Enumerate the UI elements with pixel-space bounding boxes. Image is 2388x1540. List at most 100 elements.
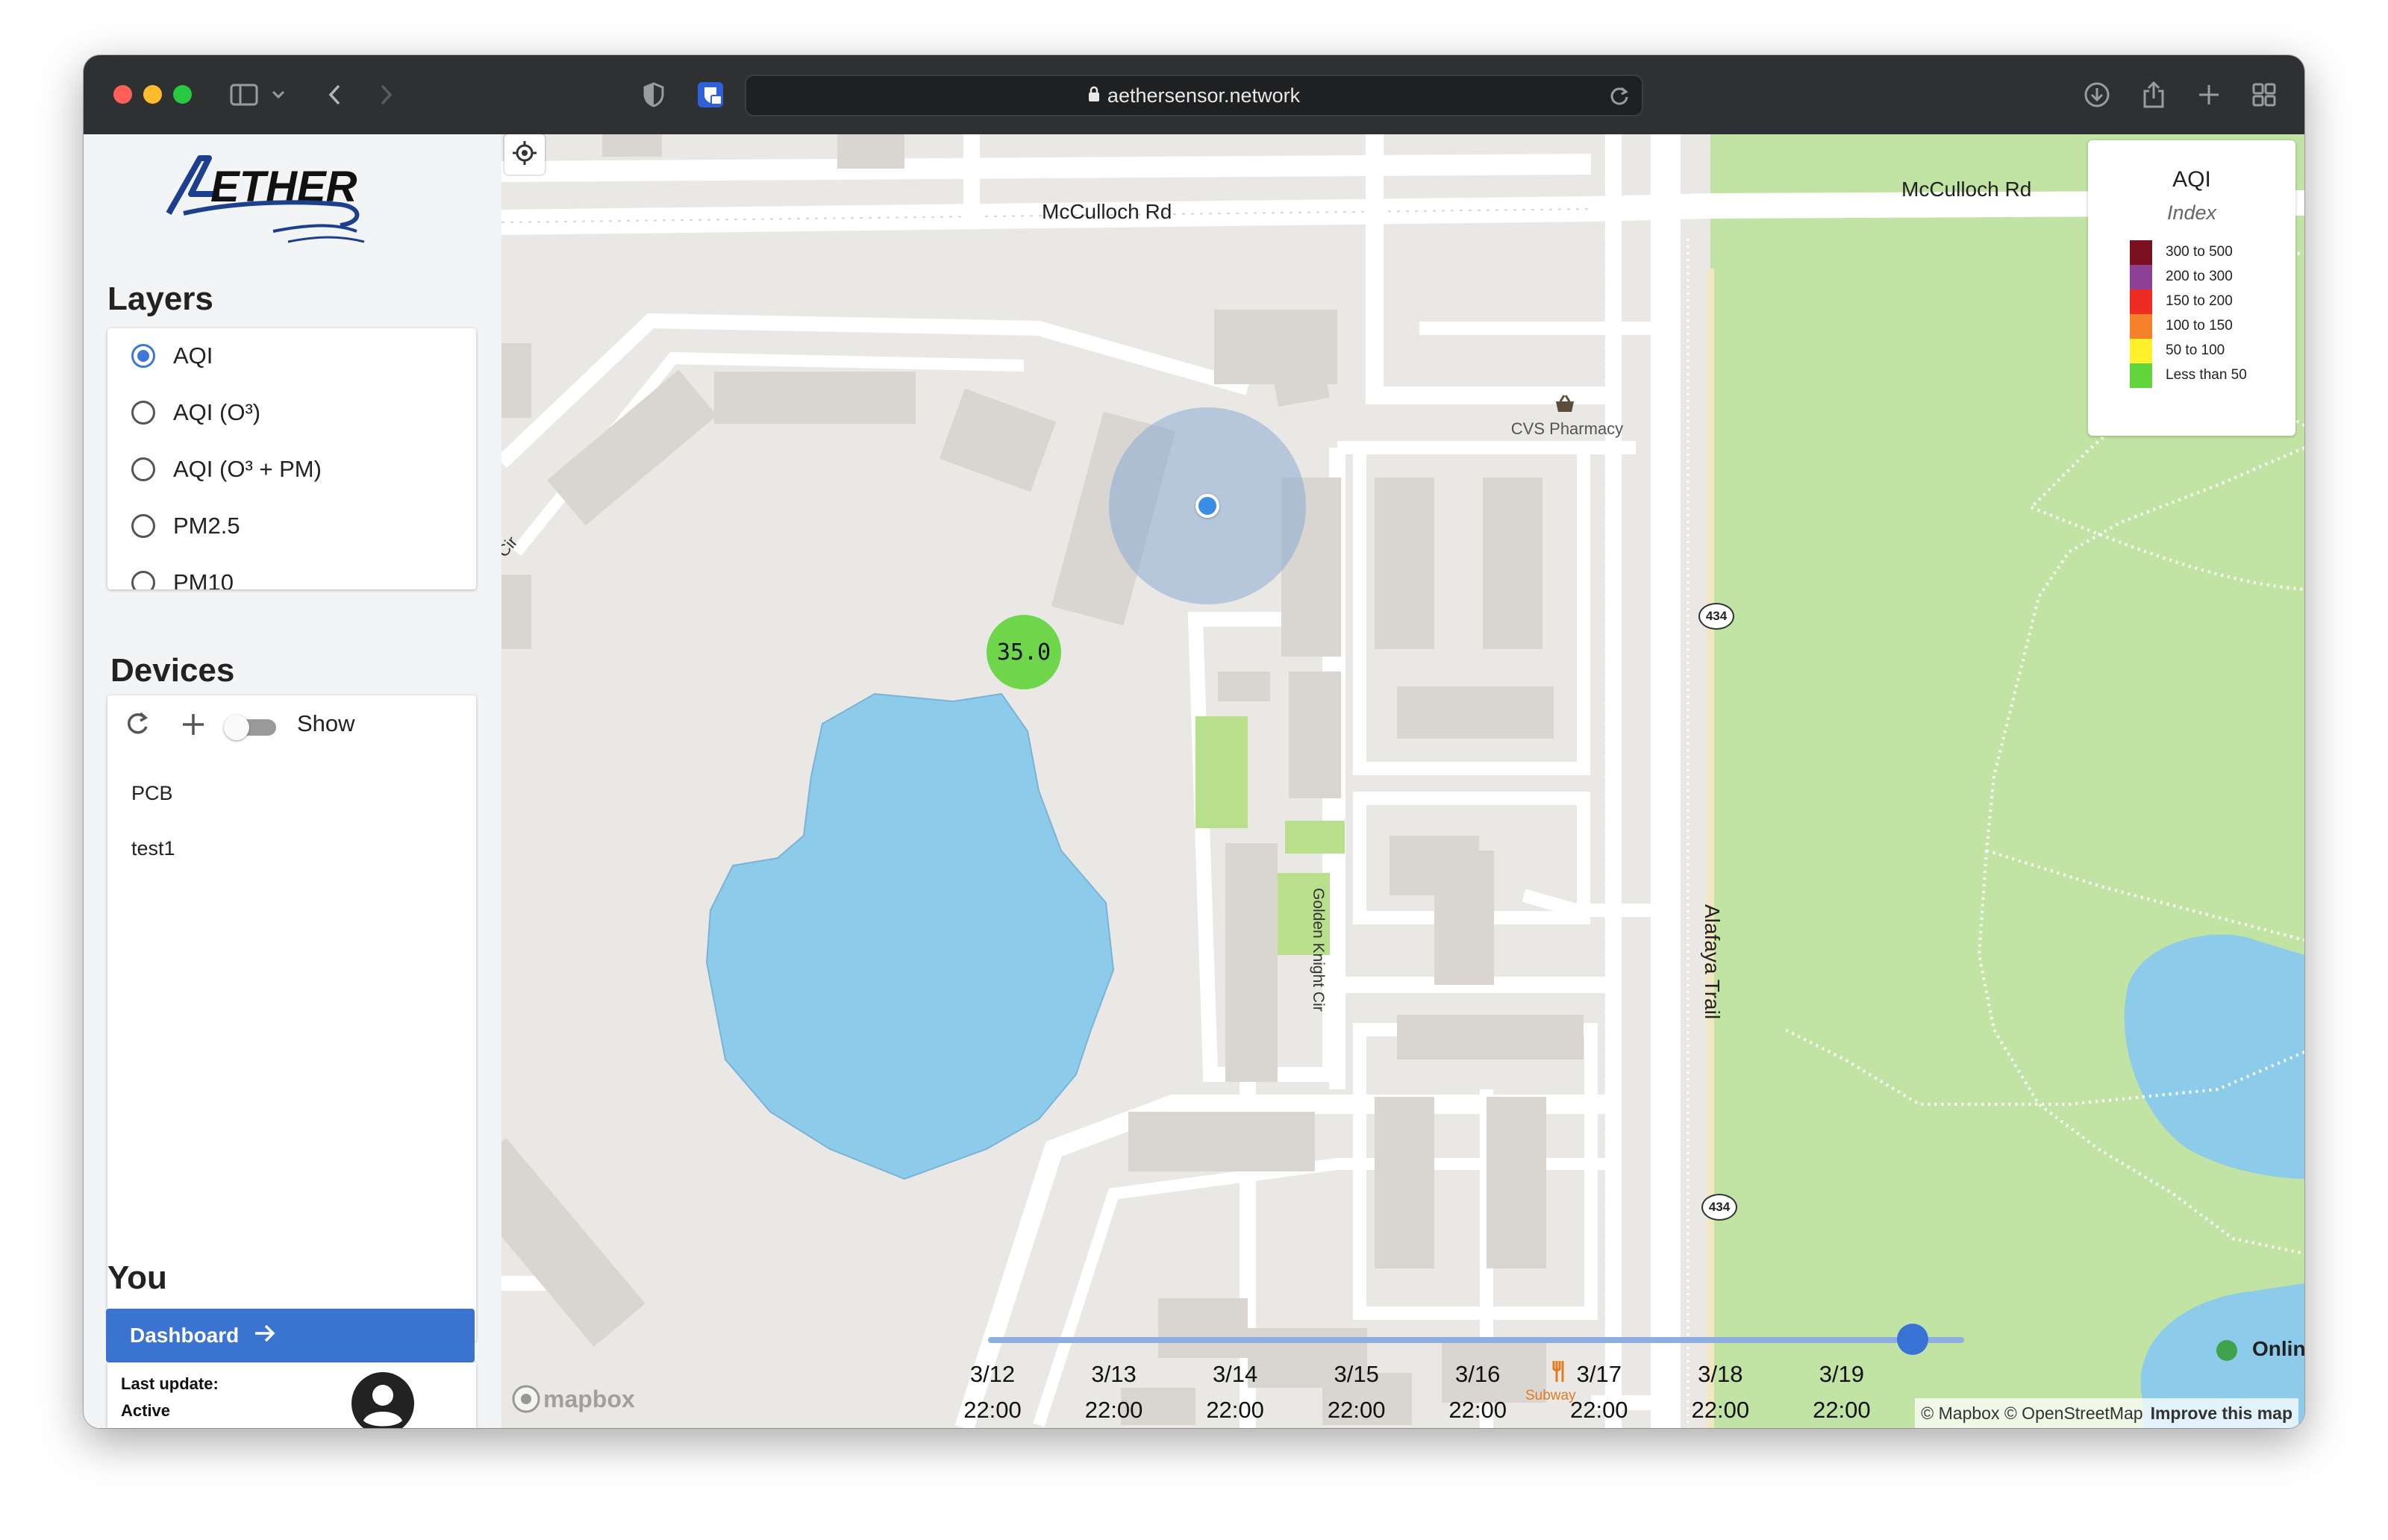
legend-item: 50 to 100 — [2130, 338, 2225, 363]
legend-item: Less than 50 — [2130, 363, 2247, 388]
radio-button[interactable] — [131, 571, 155, 589]
tick-time: 22:00 — [1569, 1397, 1628, 1423]
mapbox-logo[interactable]: mapbox — [512, 1385, 635, 1413]
tick-time: 22:00 — [1206, 1397, 1264, 1423]
layer-option-pm25[interactable]: PM2.5 — [131, 507, 240, 545]
timeline-tick-label: 3/14 22:00 — [1183, 1356, 1287, 1428]
tick-date: 3/18 — [1698, 1361, 1743, 1387]
radio-button-selected[interactable] — [131, 344, 155, 368]
legend-item: 200 to 300 — [2130, 264, 2233, 289]
arrow-right-icon — [254, 1324, 276, 1348]
radio-button[interactable] — [131, 457, 155, 481]
layer-option-aqi-o3-pm[interactable]: AQI (O³ + PM) — [131, 451, 322, 488]
dashboard-label: Dashboard — [130, 1324, 240, 1347]
user-panel: Last update: Active — [107, 1362, 476, 1428]
street-label-mcculloch-right: McCulloch Rd — [1901, 178, 2032, 201]
timeline-tick-label: 3/15 22:00 — [1304, 1356, 1409, 1428]
refresh-icon[interactable] — [122, 709, 152, 742]
device-item-test1[interactable]: test1 — [131, 837, 175, 860]
password-extension-icon[interactable] — [694, 76, 727, 113]
tab-overview-icon[interactable] — [2248, 76, 2281, 113]
map-view[interactable]: McCulloch Rd McCulloch Rd Golden Knight … — [501, 134, 2304, 1428]
online-status-label: Online — [2252, 1337, 2304, 1360]
tick-date: 3/19 — [1819, 1361, 1865, 1387]
tick-time: 22:00 — [1084, 1397, 1143, 1423]
layer-option-aqi-o3[interactable]: AQI (O³) — [131, 394, 260, 431]
layer-label: AQI (O³ + PM) — [173, 456, 322, 482]
sensor-marker[interactable]: 35.0 — [987, 615, 1061, 689]
layer-option-pm10[interactable]: PM10 — [131, 564, 234, 589]
route-shield-434-lower: 434 — [1701, 1194, 1737, 1221]
close-window-button[interactable] — [113, 85, 132, 104]
mapbox-logo-text: mapbox — [543, 1385, 635, 1412]
legend-swatch — [2130, 264, 2152, 289]
slider-thumb[interactable] — [1896, 1324, 1928, 1355]
tick-date: 3/13 — [1091, 1361, 1137, 1387]
device-item-pcb[interactable]: PCB — [131, 782, 173, 805]
poi-cvs-pharmacy[interactable]: CVS Pharmacy — [1500, 419, 1634, 439]
user-location-dot — [1195, 494, 1219, 518]
sidebar-toggle-icon[interactable] — [225, 76, 263, 113]
tick-date: 3/14 — [1212, 1361, 1258, 1387]
user-avatar-icon[interactable] — [351, 1371, 415, 1428]
add-device-icon[interactable] — [181, 712, 206, 741]
browser-window: aethersensor.network ETHER Layers AQI AQ… — [84, 55, 2304, 1428]
timeline-tick-label: 3/16 22:00 — [1425, 1356, 1530, 1428]
tick-date: 3/15 — [1334, 1361, 1379, 1387]
slider-track — [988, 1337, 1964, 1343]
reload-icon[interactable] — [1609, 85, 1630, 111]
radio-button[interactable] — [131, 401, 155, 425]
geolocate-button[interactable] — [504, 134, 545, 175]
url-text: aethersensor.network — [1107, 84, 1301, 107]
layer-option-aqi[interactable]: AQI — [131, 337, 213, 375]
privacy-shield-icon[interactable] — [639, 76, 669, 113]
last-update-label: Last update: — [121, 1374, 219, 1393]
improve-map-link[interactable]: Improve this map — [2151, 1403, 2292, 1424]
address-bar[interactable]: aethersensor.network — [745, 75, 1643, 116]
aqi-legend: AQI Index 300 to 500 200 to 300 150 to 2… — [2088, 140, 2295, 436]
map-attribution: © Mapbox © OpenStreetMap Improve this ma… — [1915, 1398, 2298, 1428]
new-tab-icon[interactable] — [2192, 76, 2225, 113]
radio-button[interactable] — [131, 514, 155, 538]
route-shield-434-upper: 434 — [1698, 603, 1734, 630]
layer-label: AQI — [173, 342, 213, 369]
tick-date: 3/16 — [1455, 1361, 1501, 1387]
chevron-down-icon[interactable] — [267, 76, 290, 113]
crosshair-icon — [511, 140, 538, 170]
timeline-tick-label: 3/13 22:00 — [1062, 1356, 1166, 1428]
you-title: You — [107, 1259, 167, 1296]
legend-swatch — [2130, 313, 2152, 339]
legend-item: 300 to 500 — [2130, 240, 2233, 265]
timeline-tick-label: 3/17 22:00 — [1547, 1356, 1651, 1428]
layers-panel: AQI AQI (O³) AQI (O³ + PM) PM2.5 PM10 — [107, 328, 476, 589]
maximize-window-button[interactable] — [173, 85, 192, 104]
aether-logo: ETHER — [161, 148, 378, 245]
timeline-tick-label: 3/19 22:00 — [1790, 1356, 1894, 1428]
shopping-basket-icon — [1554, 394, 1576, 417]
time-slider[interactable] — [988, 1324, 1964, 1356]
back-button[interactable] — [319, 76, 349, 113]
dashboard-button[interactable]: Dashboard — [106, 1309, 475, 1362]
legend-subtitle: Index — [2166, 201, 2217, 224]
share-icon[interactable] — [2137, 76, 2170, 113]
status-label: Active — [121, 1401, 171, 1420]
devices-title: Devices — [110, 652, 235, 689]
forward-button[interactable] — [372, 76, 401, 113]
attribution-text[interactable]: © Mapbox © OpenStreetMap — [1921, 1403, 2142, 1424]
tick-time: 22:00 — [1813, 1397, 1871, 1423]
tick-date: 3/17 — [1576, 1361, 1622, 1387]
tick-time: 22:00 — [963, 1397, 1022, 1423]
street-label-mcculloch-left: McCulloch Rd — [1042, 200, 1172, 223]
online-status-dot — [2216, 1340, 2237, 1361]
lock-icon — [1088, 84, 1100, 107]
tick-time: 22:00 — [1327, 1397, 1386, 1423]
street-label-alafaya: Alafaya Trail — [1701, 904, 1724, 1020]
downloads-icon[interactable] — [2081, 76, 2113, 113]
timeline-tick-label: 3/12 22:00 — [940, 1356, 1045, 1428]
tick-time: 22:00 — [1448, 1397, 1507, 1423]
minimize-window-button[interactable] — [143, 85, 162, 104]
timeline-tick-label: 3/18 22:00 — [1668, 1356, 1772, 1428]
layers-title: Layers — [107, 281, 213, 317]
show-toggle[interactable] — [224, 715, 276, 740]
show-label: Show — [297, 710, 355, 736]
